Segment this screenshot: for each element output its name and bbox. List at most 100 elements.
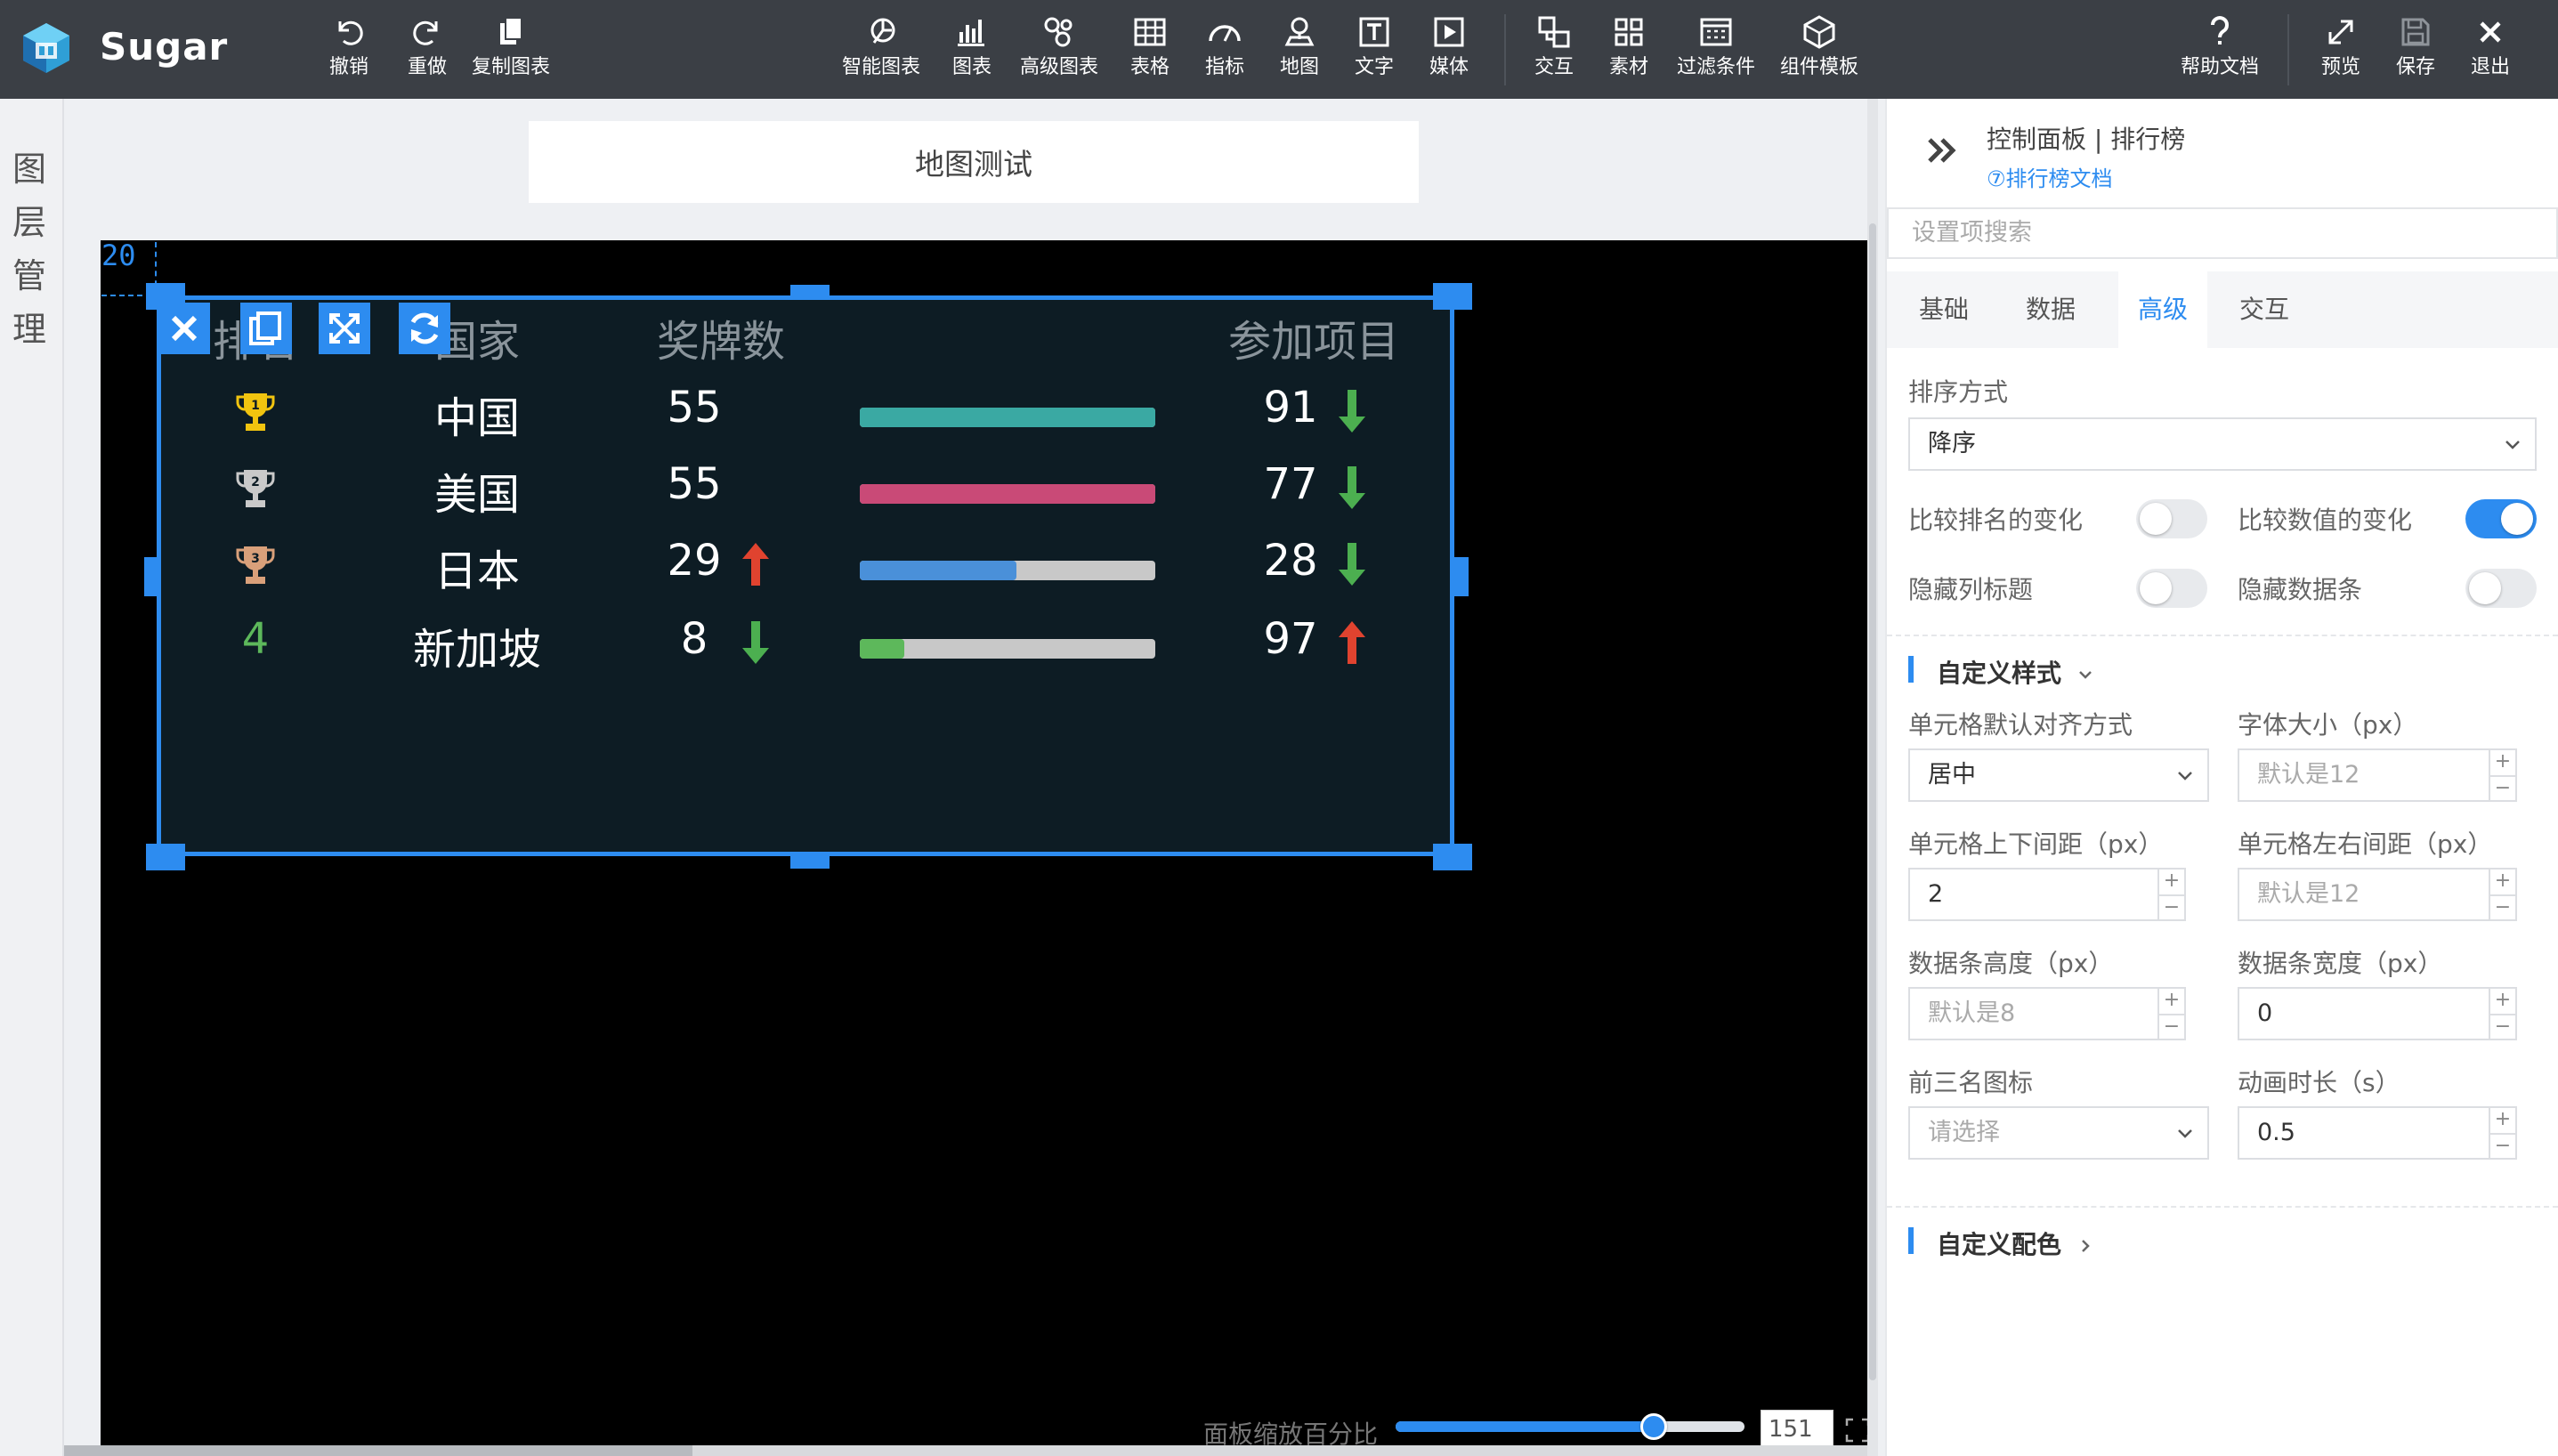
align-select[interactable]: 居中 (1908, 748, 2209, 802)
anim-duration-input[interactable]: 0.5 + − (2238, 1106, 2517, 1160)
undo-button[interactable]: 撤销 (329, 12, 368, 89)
font-size-placeholder: 默认是12 (2257, 761, 2360, 789)
bar-height-input[interactable]: 默认是8 + − (1908, 987, 2186, 1040)
preview-button[interactable]: 预览 (2321, 12, 2360, 89)
ranking-doc-link[interactable]: ⑦排行榜文档 (1987, 161, 2113, 192)
zoom-slider[interactable] (1396, 1413, 1744, 1440)
interaction-icon (1538, 16, 1570, 48)
layer-manager-char: 图 (12, 150, 47, 189)
medal-count: 55 (667, 459, 722, 509)
cell-v-padding-input[interactable]: 2 + − (1908, 868, 2186, 921)
stepper: + − (2489, 1108, 2515, 1158)
toggle-knob (2140, 503, 2172, 535)
template-button[interactable]: 组件模板 (1780, 12, 1858, 89)
decrement-button[interactable]: − (2159, 1014, 2184, 1039)
resize-handle-right[interactable] (1454, 557, 1469, 596)
tab-advanced[interactable]: 高级 (2118, 271, 2207, 348)
tab-basic[interactable]: 基础 (1899, 271, 1988, 348)
resize-handle-bottom-left[interactable] (146, 844, 185, 870)
refresh-widget-button[interactable] (399, 303, 450, 354)
scrollbar-thumb[interactable] (1869, 223, 1876, 1380)
indicator-button[interactable]: 指标 (1205, 12, 1244, 89)
svg-text:3: 3 (251, 552, 260, 566)
canvas-horizontal-scrollbar[interactable] (64, 1445, 1867, 1456)
cell-v-padding-value: 2 (1928, 880, 1944, 908)
scrollbar-thumb[interactable] (64, 1445, 692, 1456)
redo-button[interactable]: 重做 (408, 12, 447, 89)
resize-handle-top-right[interactable] (1433, 283, 1472, 310)
font-size-input[interactable]: 默认是12 + − (2238, 748, 2517, 802)
custom-color-section[interactable]: 自定义配色 (1937, 1225, 2095, 1261)
resize-handle-left[interactable] (144, 557, 158, 596)
increment-button[interactable]: + (2490, 989, 2515, 1014)
chart-button[interactable]: 图表 (952, 12, 992, 89)
event-count: 97 (1263, 614, 1318, 664)
text-icon (1359, 17, 1389, 47)
tab-interaction[interactable]: 交互 (2220, 271, 2309, 348)
interaction-button[interactable]: 交互 (1534, 12, 1574, 89)
hide-bar-toggle[interactable] (2465, 569, 2537, 608)
resize-handle-bottom-right[interactable] (1433, 844, 1472, 870)
layer-manager-char: 层 (12, 203, 47, 242)
save-button[interactable]: 保存 (2396, 12, 2435, 89)
indicator-label: 指标 (1205, 56, 1245, 78)
exit-button[interactable]: 退出 (2471, 12, 2510, 89)
sort-select[interactable]: 降序 (1908, 417, 2537, 471)
tab-data[interactable]: 数据 (2006, 271, 2095, 348)
text-button[interactable]: 文字 (1355, 12, 1394, 89)
custom-style-section[interactable]: 自定义样式 (1937, 654, 2095, 690)
cell-v-padding-label: 单元格上下间距（px） (1908, 829, 2164, 859)
bar-width-input[interactable]: 0 + − (2238, 987, 2517, 1040)
resize-handle-top[interactable] (790, 285, 830, 299)
stepper: + − (2489, 870, 2515, 919)
bar-chart-icon (958, 20, 984, 46)
decrement-button[interactable]: − (2159, 894, 2184, 919)
toggle-knob (2469, 572, 2501, 604)
table-button[interactable]: 表格 (1130, 12, 1170, 89)
compare-rank-toggle[interactable] (2136, 499, 2207, 538)
assets-button[interactable]: 素材 (1609, 12, 1648, 89)
help-button[interactable]: 帮助文档 (2181, 12, 2259, 89)
layer-manager-tab[interactable]: 图 层 管 理 (0, 99, 64, 1456)
header-medals: 奖牌数 (656, 317, 785, 367)
decrement-button[interactable]: − (2490, 894, 2515, 919)
increment-button[interactable]: + (2490, 1108, 2515, 1133)
map-pin-icon (1284, 17, 1315, 46)
decrement-button[interactable]: − (2490, 1014, 2515, 1039)
cell-h-padding-input[interactable]: 默认是12 + − (2238, 868, 2517, 921)
zoom-value-input[interactable]: 151 (1761, 1410, 1834, 1449)
bronze-trophy-icon: 3 (235, 543, 276, 587)
expand-arrows-icon (2328, 20, 2353, 44)
trend-down-arrow-icon (1335, 465, 1369, 511)
decrement-button[interactable]: − (2490, 775, 2515, 800)
top3-icon-select[interactable]: 请选择 (1908, 1106, 2209, 1160)
advanced-chart-button[interactable]: 高级图表 (1020, 12, 1098, 89)
compare-value-toggle[interactable] (2465, 499, 2537, 538)
hide-header-toggle[interactable] (2136, 569, 2207, 608)
filter-button[interactable]: 过滤条件 (1677, 12, 1755, 89)
increment-button[interactable]: + (2490, 870, 2515, 894)
smart-chart-button[interactable]: 智能图表 (842, 12, 920, 89)
copy-chart-button[interactable]: 复制图表 (472, 12, 550, 89)
increment-button[interactable]: + (2159, 989, 2184, 1014)
fullscreen-widget-button[interactable] (319, 303, 370, 354)
collapse-panel-icon[interactable] (1924, 133, 1960, 168)
grid-size-label: 20 (101, 239, 136, 272)
decrement-button[interactable]: − (2490, 1133, 2515, 1158)
save-label: 保存 (2396, 56, 2436, 78)
media-button[interactable]: 媒体 (1429, 12, 1469, 89)
exit-label: 退出 (2471, 56, 2511, 78)
page-title[interactable]: 地图测试 (529, 121, 1419, 203)
zoom-slider-handle[interactable] (1640, 1413, 1668, 1440)
map-button[interactable]: 地图 (1280, 12, 1319, 89)
country-name: 美国 (433, 470, 520, 520)
delete-widget-button[interactable] (158, 303, 210, 354)
event-count: 28 (1263, 536, 1318, 586)
resize-handle-bottom[interactable] (790, 854, 830, 869)
canvas-vertical-scrollbar[interactable] (1867, 99, 1878, 1456)
increment-button[interactable]: + (2490, 750, 2515, 775)
duplicate-widget-button[interactable] (240, 303, 292, 354)
header-events: 参加项目 (1227, 317, 1399, 367)
settings-search-input[interactable]: 设置项搜索 (1887, 207, 2558, 259)
increment-button[interactable]: + (2159, 870, 2184, 894)
